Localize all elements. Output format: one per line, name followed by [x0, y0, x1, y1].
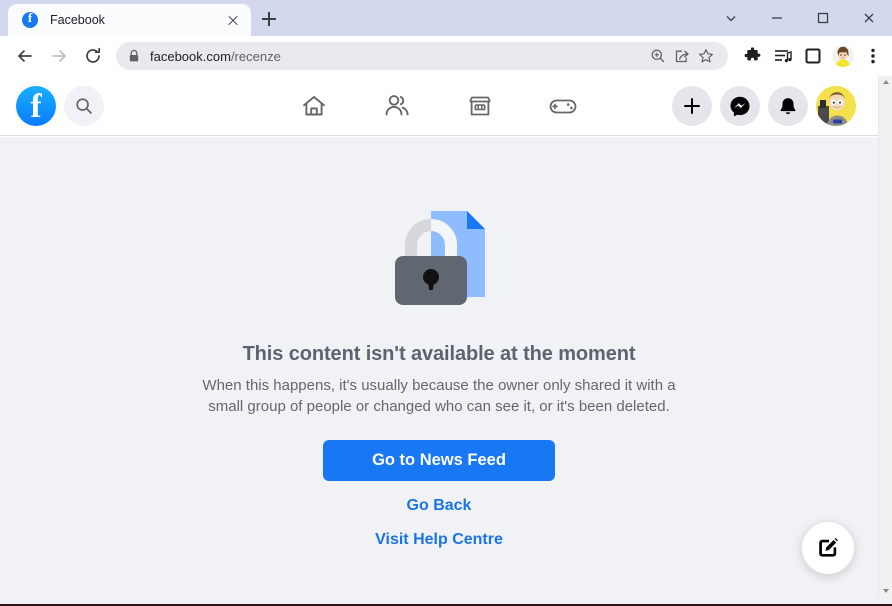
go-to-news-feed-button[interactable]: Go to News Feed [323, 440, 555, 481]
header-left [0, 85, 104, 127]
messenger-icon[interactable] [720, 86, 760, 126]
address-bar[interactable]: facebook.com/recenze [116, 42, 728, 70]
game-controller-icon[interactable] [521, 82, 604, 130]
search-icon[interactable] [64, 85, 104, 126]
tab-strip: Facebook [0, 0, 892, 36]
close-icon[interactable] [223, 10, 243, 30]
reload-icon[interactable] [76, 39, 110, 73]
url-path: /recenze [230, 48, 281, 64]
facebook-nav [272, 76, 604, 136]
zoom-in-icon[interactable] [646, 44, 670, 68]
page-description: When this happens, it's usually because … [202, 377, 676, 415]
store-icon[interactable] [438, 82, 521, 130]
maximize-icon[interactable] [800, 0, 846, 36]
window-controls [708, 0, 892, 36]
page-title: This content isn't available at the mome… [242, 343, 636, 365]
star-icon[interactable] [694, 44, 718, 68]
facebook-favicon [22, 10, 38, 28]
url-domain: facebook.com [150, 48, 231, 64]
new-tab-button[interactable] [256, 6, 282, 32]
home-icon[interactable] [272, 82, 355, 130]
facebook-header-actions [664, 76, 856, 136]
toolbar-right-icons [738, 41, 892, 71]
compose-icon[interactable] [802, 522, 854, 574]
go-back-link[interactable]: Go Back [407, 497, 472, 515]
scroll-down-icon[interactable] [879, 584, 892, 598]
locked-document-icon [389, 203, 489, 313]
scroll-up-icon[interactable] [879, 76, 892, 90]
page-scrollbar[interactable] [878, 76, 892, 598]
avatar-icon[interactable] [832, 45, 854, 67]
lock-icon [128, 49, 140, 63]
close-icon[interactable] [846, 0, 892, 36]
chevron-down-icon[interactable] [708, 0, 754, 36]
forward-arrow-icon[interactable] [42, 39, 76, 73]
facebook-logo[interactable] [16, 85, 56, 127]
three-dots-icon[interactable] [858, 41, 888, 71]
bell-icon[interactable] [768, 86, 808, 126]
back-arrow-icon[interactable] [8, 39, 42, 73]
url-text: facebook.com/recenze [150, 49, 646, 64]
browser-tab[interactable]: Facebook [8, 4, 251, 36]
facebook-header [0, 76, 878, 136]
error-block: This content isn't available at the mome… [0, 137, 878, 549]
window-bottom-edge [0, 598, 892, 606]
tab-title: Facebook [50, 13, 105, 27]
page-content: This content isn't available at the mome… [0, 137, 878, 598]
browser-window: Facebook [0, 0, 892, 606]
visit-help-centre-link[interactable]: Visit Help Centre [375, 531, 503, 549]
puzzle-icon[interactable] [738, 41, 768, 71]
user-avatar[interactable] [816, 86, 856, 126]
share-icon[interactable] [670, 44, 694, 68]
people-icon[interactable] [355, 82, 438, 130]
browser-toolbar: facebook.com/recenze [0, 36, 892, 76]
minimize-icon[interactable] [754, 0, 800, 36]
plus-icon[interactable] [672, 86, 712, 126]
square-icon[interactable] [798, 41, 828, 71]
playlist-icon[interactable] [768, 41, 798, 71]
